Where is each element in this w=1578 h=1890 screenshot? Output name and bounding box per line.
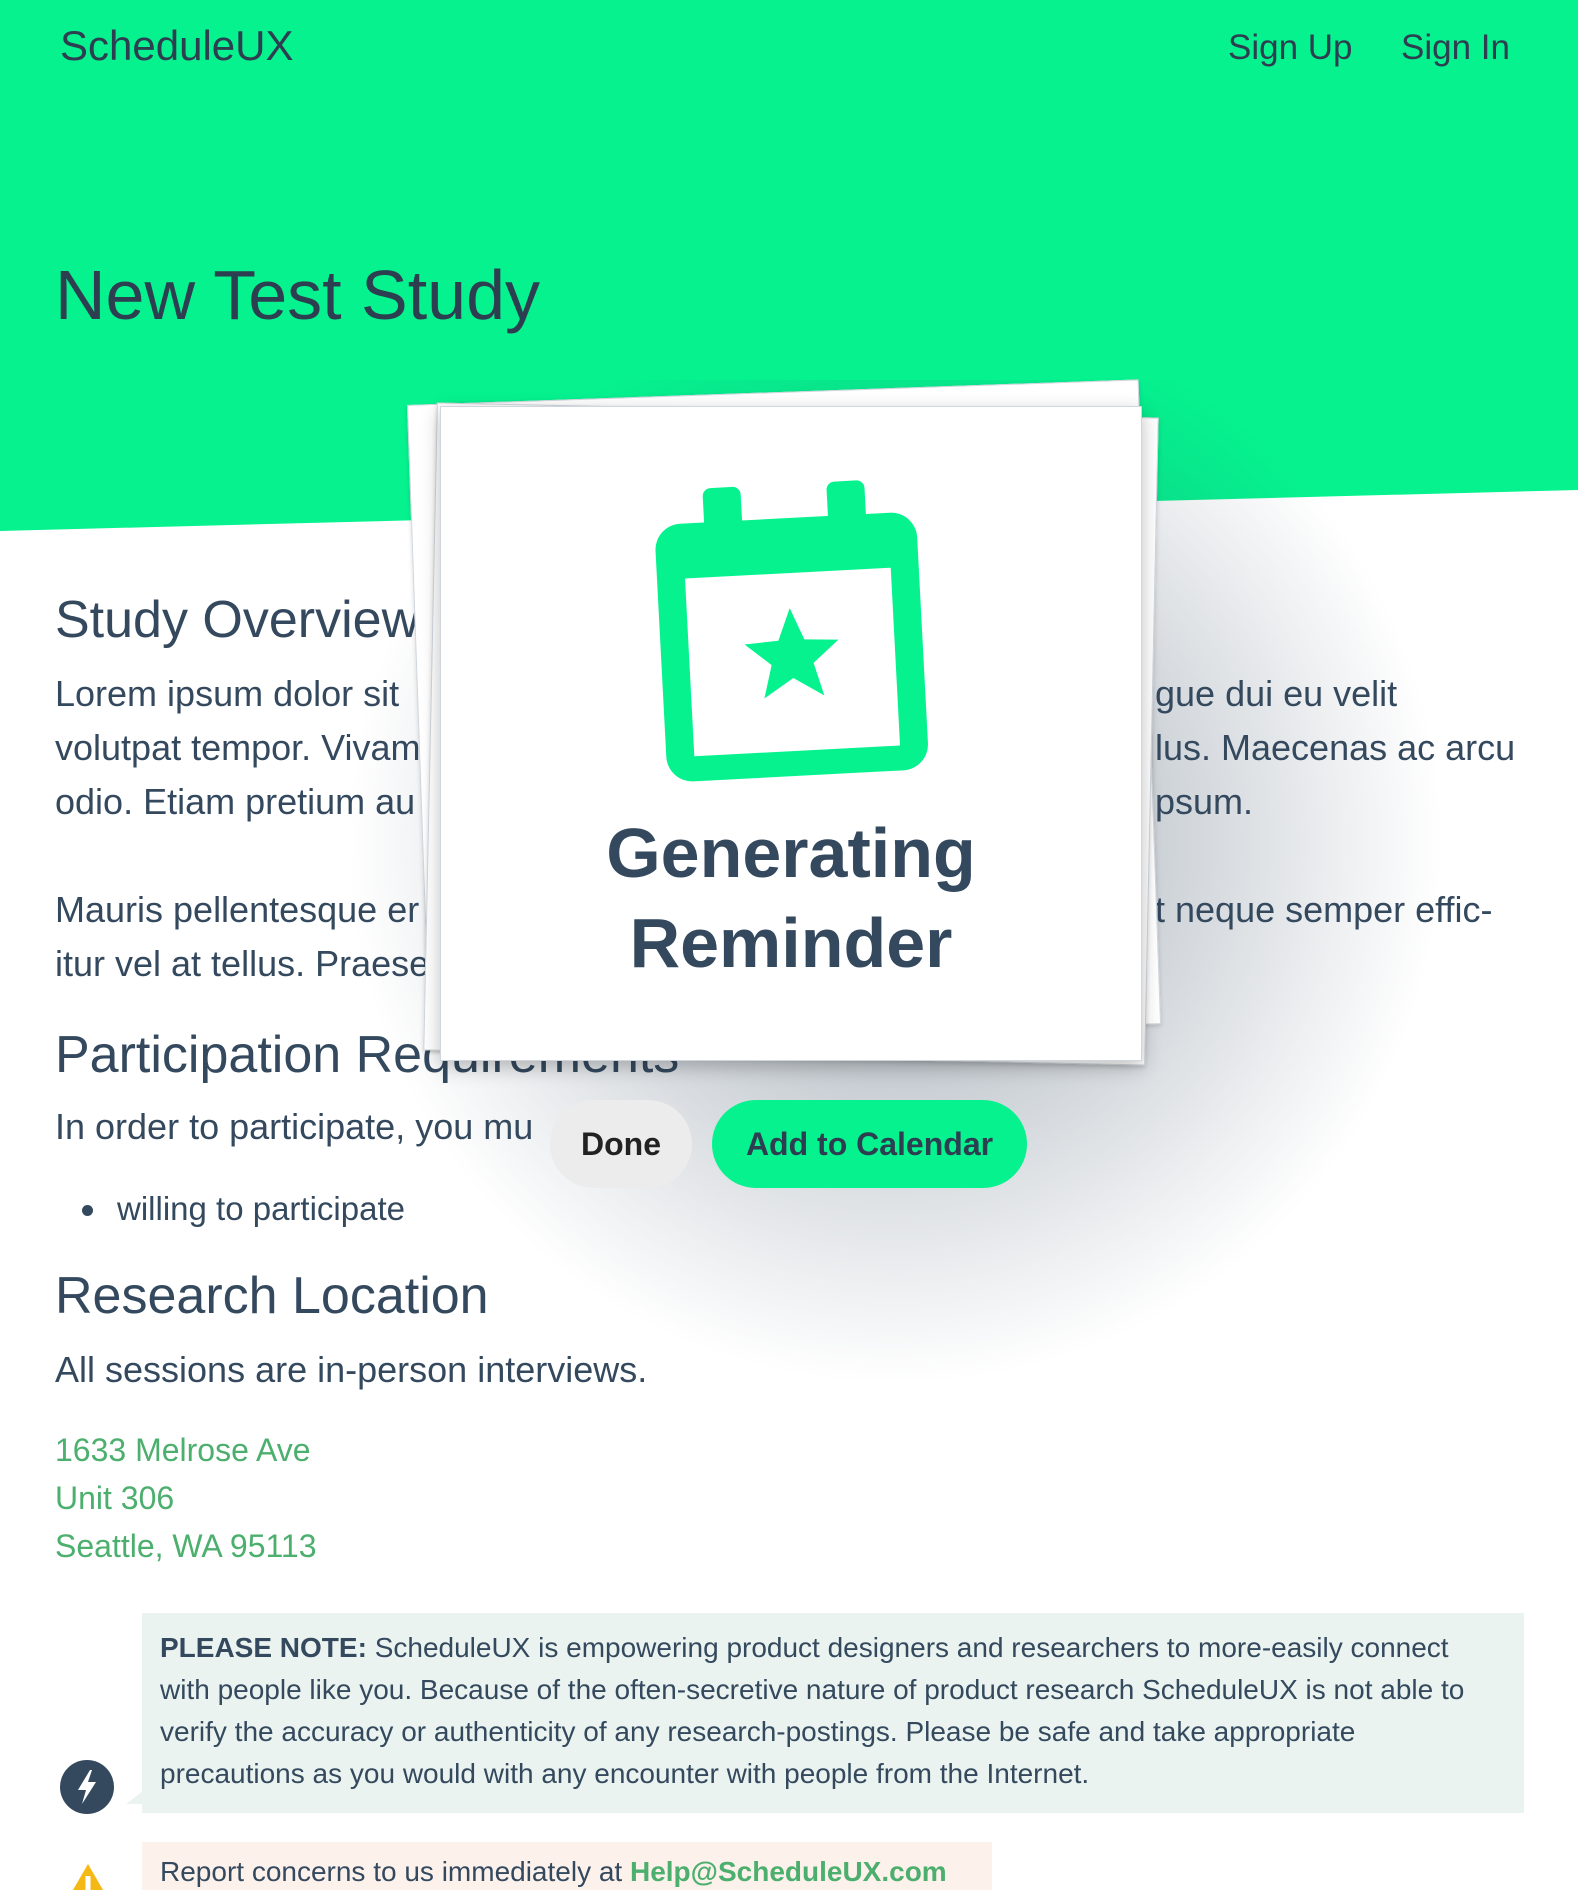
report-concerns: Report concerns to us immediately at Hel…: [142, 1842, 992, 1890]
address-line-1[interactable]: 1633 Melrose Ave: [55, 1432, 311, 1469]
brand-logo[interactable]: ScheduleUX: [60, 22, 293, 70]
lightning-bolt-icon: [60, 1760, 114, 1814]
note-label: PLEASE NOTE:: [160, 1632, 367, 1663]
page-title: New Test Study: [55, 256, 541, 334]
overview-heading: Study Overview: [55, 591, 420, 649]
requirement-item: willing to participate: [117, 1190, 405, 1227]
address-line-2[interactable]: Unit 306: [55, 1480, 174, 1517]
sign-up-link[interactable]: Sign Up: [1228, 28, 1353, 68]
help-email-link[interactable]: Help@ScheduleUX.com: [630, 1856, 947, 1887]
overview-para2-line: Mauris pellentesque er: [55, 889, 420, 930]
warning-icon: [64, 1862, 112, 1890]
modal-title-line-2: Reminder: [629, 904, 953, 982]
overview-para2-right: t neque semper effic-: [1155, 889, 1493, 930]
modal-title: Generating Reminder: [440, 808, 1142, 988]
overview-line: volutpat tempor. Vivam: [55, 727, 421, 768]
location-heading: Research Location: [55, 1267, 489, 1325]
overview-para2-line: itur vel at tellus. Praese: [55, 943, 430, 984]
calendar-star-icon: [650, 478, 935, 788]
overview-line: odio. Etiam pretium au: [55, 781, 416, 822]
overview-line: Lorem ipsum dolor sit: [55, 673, 400, 714]
sign-in-link[interactable]: Sign In: [1401, 28, 1510, 68]
location-text: All sessions are in-person interviews.: [55, 1349, 648, 1390]
bullet-dot: [82, 1205, 93, 1216]
page: ScheduleUX Sign Up Sign In New Test Stud…: [0, 0, 1578, 1890]
modal-title-line-1: Generating: [606, 814, 976, 892]
participation-intro: In order to participate, you mu: [55, 1106, 534, 1147]
overview-line-right: gue dui eu velit: [1155, 673, 1398, 714]
report-text: Report concerns to us immediately at: [160, 1856, 630, 1887]
overview-line-right: lus. Maecenas ac arcu: [1155, 727, 1516, 768]
done-button[interactable]: Done: [550, 1100, 692, 1188]
address-line-3[interactable]: Seattle, WA 95113: [55, 1528, 317, 1565]
overview-line-right: psum.: [1155, 781, 1254, 822]
add-to-calendar-button[interactable]: Add to Calendar: [712, 1100, 1027, 1188]
safety-note: PLEASE NOTE: ScheduleUX is empowering pr…: [142, 1613, 1524, 1813]
note-tail: [126, 1790, 144, 1804]
